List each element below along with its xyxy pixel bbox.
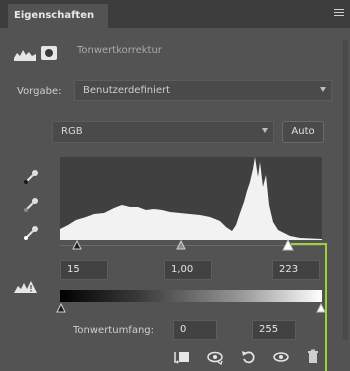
eyedropper-black-icon[interactable]: [22, 168, 40, 186]
output-black-handle[interactable]: [56, 303, 66, 313]
panel-titlebar: Eigenschaften: [0, 0, 350, 28]
panel-scrollbar[interactable]: [343, 40, 348, 340]
eyedropper-white-icon[interactable]: [22, 224, 40, 242]
preset-value: Benutzerdefiniert: [83, 85, 171, 96]
mask-icon[interactable]: [41, 46, 57, 60]
eye-icon[interactable]: [272, 348, 290, 366]
output-white-field[interactable]: 255: [252, 320, 296, 340]
eyedropper-gray-icon[interactable]: [22, 196, 40, 214]
properties-panel: Eigenschaften Tonwertkorrektur Vorgabe: …: [0, 0, 350, 371]
chevron-down-icon: [320, 87, 326, 92]
view-previous-icon[interactable]: [206, 348, 224, 366]
input-white-field[interactable]: 223: [272, 260, 320, 280]
black-point-handle[interactable]: [72, 240, 82, 250]
tab-properties[interactable]: Eigenschaften: [8, 4, 108, 28]
preset-label: Vorgabe:: [17, 86, 62, 97]
chevron-down-icon: [262, 128, 268, 133]
preset-dropdown[interactable]: Benutzerdefiniert: [74, 80, 332, 101]
input-levels-slider[interactable]: [60, 239, 322, 252]
auto-button[interactable]: Auto: [282, 121, 324, 143]
output-levels-slider[interactable]: [56, 303, 326, 313]
input-black-field[interactable]: 15: [60, 260, 108, 280]
channel-value: RGB: [61, 126, 83, 137]
white-point-handle[interactable]: [282, 239, 294, 251]
channel-dropdown[interactable]: RGB: [52, 121, 274, 143]
trash-icon[interactable]: [304, 348, 322, 366]
menu-icon[interactable]: [334, 9, 344, 18]
reset-icon[interactable]: [240, 348, 258, 366]
highlight-line-horizontal: [291, 243, 327, 245]
histogram-graph: [60, 157, 322, 240]
highlight-line-vertical: [325, 243, 327, 371]
gamma-handle[interactable]: [176, 240, 186, 250]
output-black-field[interactable]: 0: [173, 320, 217, 340]
clip-to-layer-icon[interactable]: [172, 348, 190, 366]
input-gamma-field[interactable]: 1,00: [164, 260, 212, 280]
clipping-warning-icon[interactable]: [14, 279, 38, 295]
panel-footer-toolbar: [168, 348, 328, 368]
output-range-label: Tonwertumfang:: [73, 325, 155, 336]
histogram: [60, 157, 322, 240]
adjustment-title: Tonwertkorrektur: [77, 45, 162, 56]
output-gradient-bar: [60, 290, 322, 302]
levels-icon[interactable]: [14, 47, 36, 61]
